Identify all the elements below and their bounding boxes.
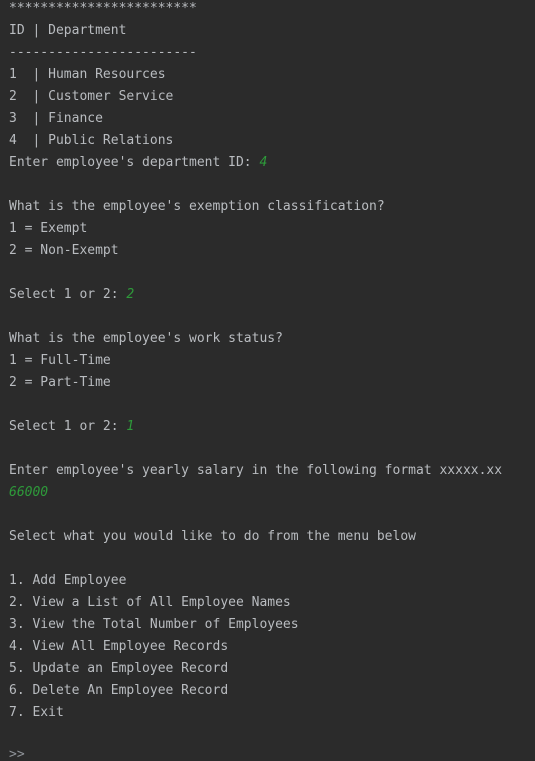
console-line-department-3: 3 | Finance [9,111,103,126]
menu-item-add-employee: 1. Add Employee [9,573,127,588]
user-input-salary: 66000 [9,485,49,500]
console-input-prompt[interactable]: >> [9,744,25,761]
console-line-work-status-prompt: Select 1 or 2: 1 [9,419,135,434]
console-line-separator-stars: ************************ [9,1,197,16]
menu-item-view-total: 3. View the Total Number of Employees [9,617,299,632]
menu-item-view-names: 2. View a List of All Employee Names [9,595,291,610]
console-line-salary-input: 66000 [9,482,48,504]
console-line-menu-prompt: Select what you would like to do from th… [9,529,416,544]
user-input-department-id: 4 [259,155,268,170]
console-line-exemption-option-2: 2 = Non-Exempt [9,243,119,258]
user-input-exemption: 2 [126,287,135,302]
console-line-exemption-question: What is the employee's exemption classif… [9,199,385,214]
console-output[interactable]: ************************ ID | Department… [0,0,535,761]
console-line-department-prompt: Enter employee's department ID: 4 [9,155,268,170]
menu-item-update-record: 5. Update an Employee Record [9,661,229,676]
console-line-work-status-option-2: 2 = Part-Time [9,375,111,390]
console-line-header: ID | Department [9,23,127,38]
menu-item-exit: 7. Exit [9,705,64,720]
console-line-department-2: 2 | Customer Service [9,89,174,104]
console-line-exemption-option-1: 1 = Exempt [9,221,88,236]
console-line-work-status-question: What is the employee's work status? [9,331,283,346]
console-line-exemption-prompt: Select 1 or 2: 2 [9,287,135,302]
console-line-department-4: 4 | Public Relations [9,133,174,148]
console-line-separator-dashes: ------------------------ [9,45,197,60]
user-input-work-status: 1 [126,419,135,434]
menu-item-delete-record: 6. Delete An Employee Record [9,683,229,698]
console-line-salary-prompt: Enter employee's yearly salary in the fo… [9,463,503,478]
console-line-department-1: 1 | Human Resources [9,67,166,82]
menu-item-view-records: 4. View All Employee Records [9,639,229,654]
console-line-work-status-option-1: 1 = Full-Time [9,353,111,368]
